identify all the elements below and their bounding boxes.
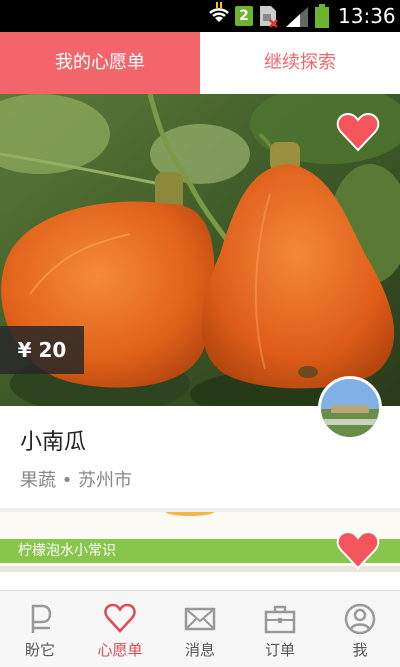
avatar-image [321, 379, 379, 437]
price-tag: ¥ 20 [0, 326, 84, 374]
clock: 13:36 [338, 4, 396, 28]
product-category-location: 果蔬 • 苏州市 [20, 470, 133, 491]
tip-label: 柠檬泡水小常识 [18, 543, 116, 559]
nav-item-wishlist[interactable]: 心愿单 [80, 591, 160, 667]
battery-icon [315, 4, 329, 28]
nav-label: 我 [352, 641, 368, 659]
nav-item-panta[interactable]: 盼它 [0, 591, 80, 667]
pan-ta-icon [31, 604, 52, 633]
nav-label: 心愿单 [97, 641, 143, 659]
favorite-heart-icon[interactable] [336, 112, 380, 152]
seller-avatar[interactable] [318, 376, 382, 440]
nav-item-orders[interactable]: 订单 [240, 591, 320, 667]
nav-item-messages[interactable]: 消息 [160, 591, 240, 667]
tab-continue-explore[interactable]: 继续探索 [200, 32, 400, 94]
signal-strength-icon [286, 7, 308, 27]
tab-my-wishlist[interactable]: 我的心愿单 [0, 32, 200, 94]
nav-label: 消息 [184, 641, 215, 659]
nav-item-me[interactable]: 我 [320, 591, 400, 667]
envelope-icon [184, 607, 216, 631]
wishlist-card[interactable]: ¥ 20 小南瓜 果蔬 • 苏州市 [0, 94, 400, 508]
notification-count-badge: 2 [235, 6, 253, 26]
wishlist-card-2[interactable]: 柠檬泡水小常识 [0, 512, 400, 590]
briefcase-icon [264, 605, 296, 634]
top-tab-bar: 我的心愿单 继续探索 [0, 32, 400, 94]
user-icon [344, 603, 376, 635]
status-bar: 2 13:36 [0, 0, 400, 32]
nav-label: 盼它 [24, 641, 55, 659]
wifi-icon [209, 2, 229, 22]
nav-label: 订单 [264, 641, 295, 659]
bottom-navigation: 盼它 心愿单 消息 订单 我 [0, 590, 400, 667]
product-title: 小南瓜 [20, 430, 87, 455]
favorite-heart-icon[interactable] [336, 530, 380, 570]
sim-card-icon [260, 6, 278, 28]
heart-outline-icon [104, 603, 136, 633]
